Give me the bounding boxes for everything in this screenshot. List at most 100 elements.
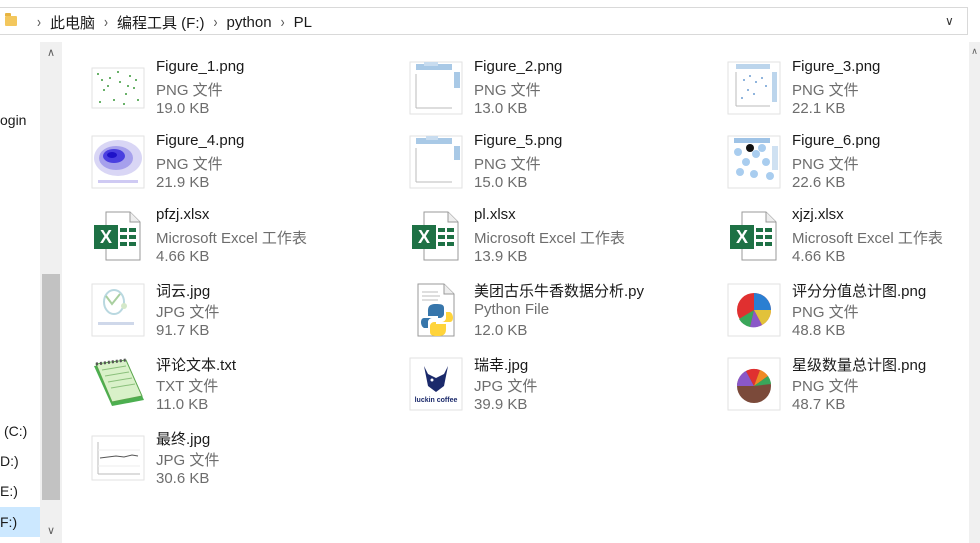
file-name: 星级数量总计图.png: [792, 357, 927, 374]
file-name: Figure_5.png: [474, 132, 563, 149]
file-size: 22.6 KB: [792, 174, 846, 191]
file-type: PNG 文件: [792, 304, 859, 321]
file-item-figure-2[interactable]: Figure_2.png PNG 文件 13.0 KB: [408, 58, 708, 124]
file-size: 11.0 KB: [156, 396, 209, 413]
file-name: 瑞幸.jpg: [474, 357, 529, 374]
histogram-plot-thumbnail: [408, 134, 464, 190]
luckin-logo-thumbnail: luckin coffee: [408, 356, 464, 412]
svg-text:X: X: [100, 227, 112, 247]
scroll-down-icon[interactable]: ∨: [40, 520, 62, 542]
file-item-xjzj[interactable]: X xjzj.xlsx Microsoft Excel 工作表 4.66 KB: [726, 206, 980, 272]
address-bar: › 此电脑 › 编程工具 (F:) › python › PL ∨: [0, 0, 980, 42]
nav-item-login[interactable]: ogin: [0, 112, 26, 128]
breadcrumb-separator-icon[interactable]: ›: [214, 13, 218, 31]
file-name: Figure_4.png: [156, 132, 245, 149]
scrollbar-thumb[interactable]: [42, 274, 60, 500]
file-item-final[interactable]: 最终.jpg JPG 文件 30.6 KB: [90, 428, 390, 494]
file-name: Figure_1.png: [156, 58, 245, 75]
file-item-figure-6[interactable]: Figure_6.png PNG 文件 22.6 KB: [726, 132, 980, 198]
file-type: PNG 文件: [156, 156, 223, 173]
python-icon: [408, 282, 464, 338]
file-type: PNG 文件: [792, 156, 859, 173]
breadcrumb-separator-icon[interactable]: ›: [37, 13, 41, 31]
nav-scrollbar[interactable]: ∧ ∨: [40, 42, 62, 543]
chevron-down-icon[interactable]: ∨: [945, 14, 954, 28]
file-type: PNG 文件: [474, 156, 541, 173]
wordcloud-thumbnail: [90, 282, 146, 338]
file-size: 91.7 KB: [156, 322, 210, 339]
hexbin-plot-thumbnail: [726, 134, 782, 190]
nav-item-drive-d[interactable]: D:): [0, 453, 19, 469]
file-type: PNG 文件: [156, 82, 223, 99]
file-name: Figure_3.png: [792, 58, 881, 75]
file-type: TXT 文件: [156, 378, 219, 395]
file-item-star-chart[interactable]: 星级数量总计图.png PNG 文件 48.7 KB: [726, 354, 980, 420]
file-item-figure-3[interactable]: Figure_3.png PNG 文件 22.1 KB: [726, 58, 980, 124]
histogram-plot-thumbnail: [408, 60, 464, 116]
file-size: 4.66 KB: [792, 248, 846, 265]
nav-item-drive-e[interactable]: E:): [0, 483, 18, 499]
pie-chart-thumbnail: [726, 282, 782, 338]
file-item-pfzj[interactable]: X pfzj.xlsx Microsoft Excel 工作表 4.66 KB: [90, 206, 390, 272]
file-name: 美团古乐牛香数据分析.py: [474, 283, 645, 300]
file-name: 最终.jpg: [156, 431, 211, 448]
file-size: 48.7 KB: [792, 396, 846, 413]
breadcrumb-this-pc[interactable]: 此电脑: [50, 12, 95, 33]
scroll-up-icon[interactable]: ∧: [40, 42, 62, 64]
file-item-figure-5[interactable]: Figure_5.png PNG 文件 15.0 KB: [408, 132, 708, 198]
file-item-comments-txt[interactable]: 评论文本.txt TXT 文件 11.0 KB: [90, 354, 390, 420]
line-chart-thumbnail: [90, 430, 146, 486]
file-item-rating-chart[interactable]: 评分分值总计图.png PNG 文件 48.8 KB: [726, 280, 980, 346]
svg-text:X: X: [418, 227, 430, 247]
file-type: PNG 文件: [474, 82, 541, 99]
breadcrumb-drive-f[interactable]: 编程工具 (F:): [117, 12, 205, 33]
nav-item-drive-c[interactable]: (C:): [4, 423, 27, 439]
nav-item-drive-f[interactable]: F:): [0, 507, 40, 537]
file-item-python-script[interactable]: 美团古乐牛香数据分析.py Python File 12.0 KB: [408, 280, 708, 346]
breadcrumb-separator-icon[interactable]: ›: [281, 13, 285, 31]
file-type: JPG 文件: [474, 378, 538, 395]
file-type: Python File: [474, 301, 550, 318]
file-type: PNG 文件: [792, 82, 859, 99]
file-size: 4.66 KB: [156, 248, 210, 265]
file-type: PNG 文件: [792, 378, 859, 395]
breadcrumb-separator-icon[interactable]: ›: [104, 13, 108, 31]
file-type: JPG 文件: [156, 452, 220, 469]
excel-icon: X: [726, 208, 782, 264]
file-size: 21.9 KB: [156, 174, 210, 191]
address-field[interactable]: › 此电脑 › 编程工具 (F:) › python › PL ∨: [0, 7, 968, 35]
file-item-wordcloud[interactable]: 词云.jpg JPG 文件 91.7 KB: [90, 280, 390, 346]
file-size: 12.0 KB: [474, 322, 528, 339]
file-item-luckin[interactable]: luckin coffee 瑞幸.jpg JPG 文件 39.9 KB: [408, 354, 708, 420]
file-size: 19.0 KB: [156, 100, 210, 117]
file-type: Microsoft Excel 工作表: [156, 230, 307, 247]
file-name: 评分分值总计图.png: [792, 283, 927, 300]
file-size: 48.8 KB: [792, 322, 846, 339]
svg-text:luckin coffee: luckin coffee: [415, 397, 458, 404]
file-name: pfzj.xlsx: [156, 206, 210, 223]
breadcrumb-python[interactable]: python: [227, 14, 272, 31]
jointplot-thumbnail: [726, 60, 782, 116]
file-size: 15.0 KB: [474, 174, 528, 191]
scatter-plot-thumbnail: [90, 60, 146, 116]
file-name: Figure_2.png: [474, 58, 563, 75]
file-type: JPG 文件: [156, 304, 220, 321]
file-size: 13.0 KB: [474, 100, 528, 117]
file-name: 评论文本.txt: [156, 357, 237, 374]
file-name: xjzj.xlsx: [792, 206, 844, 223]
file-type: Microsoft Excel 工作表: [792, 230, 943, 247]
breadcrumb: › 此电脑 › 编程工具 (F:) › python › PL: [28, 12, 312, 32]
file-type: Microsoft Excel 工作表: [474, 230, 625, 247]
breadcrumb-pl[interactable]: PL: [294, 14, 312, 31]
excel-icon: X: [408, 208, 464, 264]
file-size: 22.1 KB: [792, 100, 846, 117]
file-size: 13.9 KB: [474, 248, 528, 265]
file-item-figure-1[interactable]: Figure_1.png PNG 文件 19.0 KB: [90, 58, 390, 124]
navigation-pane: ogin (C:) D:) E:) F:) ∧ ∨: [0, 42, 62, 543]
file-item-pl[interactable]: X pl.xlsx Microsoft Excel 工作表 13.9 KB: [408, 206, 708, 272]
file-item-figure-4[interactable]: Figure_4.png PNG 文件 21.9 KB: [90, 132, 390, 198]
pie-chart-thumbnail: [726, 356, 782, 412]
excel-icon: X: [90, 208, 146, 264]
folder-icon: [5, 13, 17, 26]
file-name: 词云.jpg: [156, 283, 211, 300]
